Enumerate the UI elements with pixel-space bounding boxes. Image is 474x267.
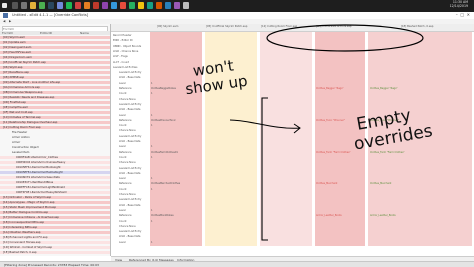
- annotation-circle: [266, 24, 424, 52]
- annotation-arrow: [229, 119, 301, 134]
- annotation-bracket: [261, 97, 268, 241]
